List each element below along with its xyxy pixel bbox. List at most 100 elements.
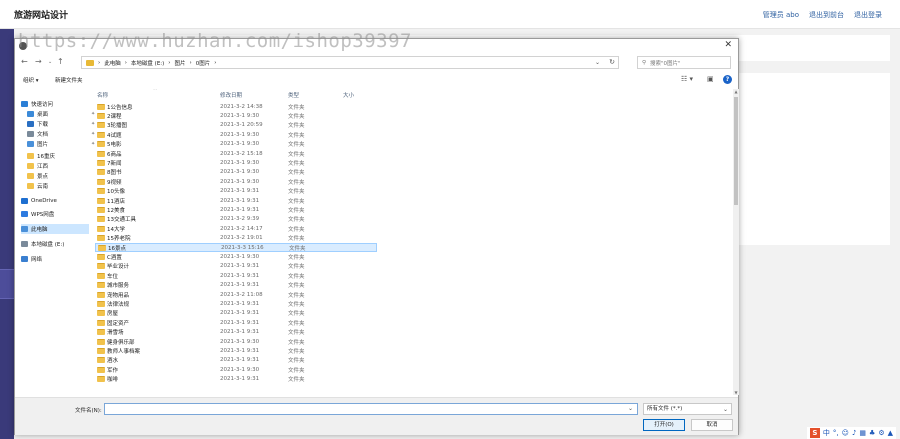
column-size[interactable]: 大小	[343, 91, 354, 99]
tray-glyph[interactable]: ▲	[888, 429, 893, 437]
tree-item[interactable]: 网络	[21, 254, 89, 264]
file-row[interactable]: 11酒店 2021-3-1 9:31 文件夹	[95, 196, 377, 205]
admin-link[interactable]: 管理员 abo	[763, 10, 799, 20]
file-row[interactable]: 毕业设计 2021-3-1 9:31 文件夹	[95, 262, 377, 271]
tree-item[interactable]: 图片 ✦	[27, 139, 95, 149]
tray-glyph[interactable]: ♪	[852, 429, 856, 437]
file-row[interactable]: 7新闻 2021-3-1 9:30 文件夹	[95, 158, 377, 167]
tree-item[interactable]: 快速访问	[21, 99, 89, 109]
view-options-icon[interactable]: ☷ ▾	[681, 75, 693, 83]
tree-item[interactable]: 桌面 ✦	[27, 109, 95, 119]
file-row[interactable]: 酒水 2021-3-1 9:31 文件夹	[95, 356, 377, 365]
sogou-logo-icon[interactable]: S	[809, 428, 820, 438]
file-date: 2021-3-2 15:18	[220, 150, 263, 157]
file-row[interactable]: C酒置 2021-3-1 9:30 文件夹	[95, 252, 377, 261]
cancel-button[interactable]: 取消	[691, 419, 733, 431]
tree-item[interactable]: 江西	[27, 161, 89, 171]
refresh-icon[interactable]: ↻	[609, 58, 615, 66]
file-row[interactable]: 4试题 2021-3-1 9:30 文件夹	[95, 130, 377, 139]
tree-item[interactable]: 此电脑	[21, 224, 89, 234]
back-arrow-icon[interactable]: ←	[21, 57, 28, 66]
file-row[interactable]: 3轮播图 2021-3-1 20:59 文件夹	[95, 121, 377, 130]
scroll-up-icon[interactable]: ▲	[733, 89, 739, 94]
file-row[interactable]: 9视频 2021-3-1 9:30 文件夹	[95, 177, 377, 186]
column-name[interactable]: 名称	[97, 91, 108, 99]
file-date: 2021-3-1 9:31	[220, 197, 260, 204]
tree-item[interactable]: OneDrive	[21, 196, 89, 206]
tray-glyph[interactable]: 中	[823, 428, 830, 438]
file-row[interactable]: 14大学 2021-3-2 14:17 文件夹	[95, 224, 377, 233]
file-row[interactable]: 2课程 2021-3-1 9:30 文件夹	[95, 111, 377, 120]
breadcrumb-pictures[interactable]: 图片	[175, 59, 186, 67]
new-folder-button[interactable]: 新建文件夹	[55, 76, 83, 84]
file-row[interactable]: 15养老院 2021-3-2 19:01 文件夹	[95, 234, 377, 243]
filetype-value: 所有文件 (*.*)	[647, 406, 683, 412]
file-name: 城市服务	[107, 283, 130, 290]
back-to-front-link[interactable]: 退出到前台	[809, 10, 844, 20]
tray-glyph[interactable]: °,	[833, 429, 839, 437]
breadcrumb-drive-e[interactable]: 本地磁盘 (E:)	[131, 59, 164, 67]
tree-item[interactable]: 16重庆	[27, 151, 89, 161]
file-name: 车位	[107, 273, 119, 280]
column-date[interactable]: 修改日期	[220, 91, 242, 99]
tree-item[interactable]: WPS网盘	[21, 209, 89, 219]
file-row[interactable]: 13交通工具 2021-3-2 9:39 文件夹	[95, 215, 377, 224]
file-row[interactable]: 12美食 2021-3-1 9:31 文件夹	[95, 205, 377, 214]
file-row[interactable]: 健身俱乐部 2021-3-1 9:30 文件夹	[95, 337, 377, 346]
file-date: 2021-3-1 9:30	[220, 131, 260, 138]
file-date: 2021-3-1 9:31	[220, 188, 260, 195]
filename-input[interactable]	[104, 403, 638, 415]
file-row[interactable]: 8图书 2021-3-1 9:30 文件夹	[95, 168, 377, 177]
chevron-down-icon[interactable]: ⌄	[595, 59, 600, 66]
column-type[interactable]: 类型	[288, 91, 299, 99]
file-row[interactable]: 法律法规 2021-3-1 9:31 文件夹	[95, 299, 377, 308]
scrollbar-thumb[interactable]	[734, 97, 738, 205]
address-bar[interactable]: › 此电脑 › 本地磁盘 (E:) › 图片 › 0图片 › ⌄ ↻	[81, 56, 619, 69]
organize-button[interactable]: 组织 ▾	[23, 76, 39, 84]
file-row[interactable]: 咖啡 2021-3-1 9:31 文件夹	[95, 375, 377, 384]
file-row[interactable]: 5电影 2021-3-1 9:30 文件夹	[95, 140, 377, 149]
file-date: 2021-3-1 9:30	[220, 141, 260, 148]
filetype-select[interactable]: 所有文件 (*.*) ⌄	[643, 403, 732, 415]
file-type: 文件夹	[288, 358, 305, 365]
up-arrow-icon[interactable]: ↑	[57, 57, 64, 66]
tree-item[interactable]: 下载 ✦	[27, 119, 95, 129]
file-row[interactable]: 6商品 2021-3-2 15:18 文件夹	[95, 149, 377, 158]
tray-glyph[interactable]: ⚙	[878, 429, 884, 437]
file-row[interactable]: 宠物用品 2021-3-2 11:08 文件夹	[95, 290, 377, 299]
tray-glyph[interactable]: ▦	[859, 429, 866, 437]
file-row[interactable]: 滑雪场 2021-3-1 9:31 文件夹	[95, 328, 377, 337]
file-row[interactable]: 1公告信息 2021-3-2 14:38 文件夹	[95, 102, 377, 111]
file-row[interactable]: 16景点 2021-3-3 15:16 文件夹	[95, 243, 377, 253]
folder-icon	[97, 348, 105, 355]
file-row[interactable]: 10头像 2021-3-1 9:31 文件夹	[95, 187, 377, 196]
file-row[interactable]: 房屋 2021-3-1 9:31 文件夹	[95, 309, 377, 318]
file-row[interactable]: 车位 2021-3-1 9:31 文件夹	[95, 271, 377, 280]
search-input[interactable]: ⚲ 搜索"0图片"	[637, 56, 731, 69]
tray-glyph[interactable]: ♣	[869, 429, 875, 437]
file-row[interactable]: 城市服务 2021-3-1 9:31 文件夹	[95, 281, 377, 290]
forward-arrow-icon[interactable]: →	[35, 57, 42, 66]
file-date: 2021-3-1 9:30	[220, 366, 260, 373]
tree-item[interactable]: 景点	[27, 171, 89, 181]
scroll-down-icon[interactable]: ▼	[733, 390, 739, 395]
drive-icon	[21, 241, 28, 247]
file-row[interactable]: 固定资产 2021-3-1 9:31 文件夹	[95, 318, 377, 327]
open-button[interactable]: 打开(O)	[643, 419, 685, 431]
preview-pane-icon[interactable]: ▣	[707, 75, 714, 83]
logout-link[interactable]: 退出登录	[854, 10, 882, 20]
sidebar-menu-item[interactable]	[0, 269, 14, 299]
tray-glyph[interactable]: ☺	[842, 429, 849, 437]
help-icon[interactable]: ?	[723, 75, 732, 84]
recent-dropdown-icon[interactable]: ⌄	[48, 59, 52, 65]
tree-item[interactable]: 云南	[27, 181, 89, 191]
breadcrumb-0pictures[interactable]: 0图片	[196, 59, 211, 67]
file-row[interactable]: 军作 2021-3-1 9:30 文件夹	[95, 365, 377, 374]
tree-item[interactable]: 文档 ✦	[27, 129, 95, 139]
close-icon[interactable]: ✕	[724, 40, 732, 50]
file-row[interactable]: 教师人事档案 2021-3-1 9:31 文件夹	[95, 346, 377, 355]
breadcrumb-this-pc[interactable]: 此电脑	[104, 59, 121, 67]
filename-dropdown-icon[interactable]: ⌄	[628, 405, 633, 412]
tree-item[interactable]: 本地磁盘 (E:)	[21, 239, 89, 249]
file-list-scrollbar[interactable]: ▲ ▼	[733, 89, 739, 395]
